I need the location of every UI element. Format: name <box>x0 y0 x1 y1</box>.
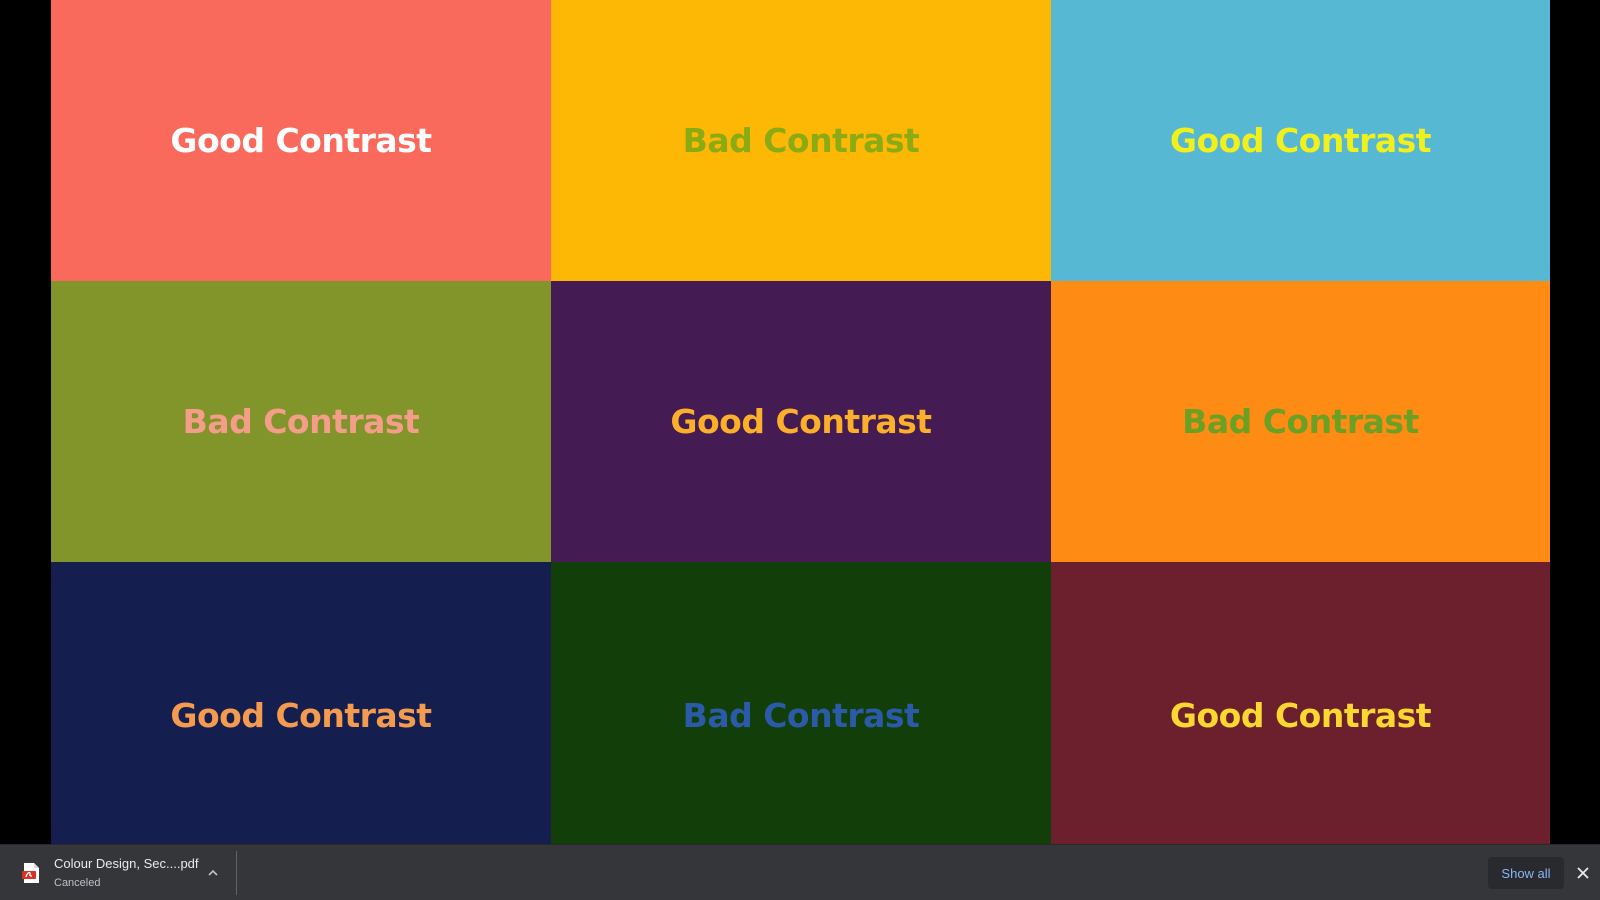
tile-label: Bad Contrast <box>682 695 920 735</box>
download-status: Canceled <box>54 876 101 889</box>
tile-5: Good Contrast <box>551 281 1051 562</box>
download-item-divider <box>236 851 237 895</box>
tile-label: Good Contrast <box>1169 695 1432 735</box>
tile-label: Good Contrast <box>1169 121 1432 160</box>
pdf-viewer-canvas: Good Contrast Bad Contrast Good Contrast… <box>0 0 1600 844</box>
tile-4: Bad Contrast <box>51 281 551 562</box>
tile-6: Bad Contrast <box>1051 281 1550 562</box>
download-item[interactable]: Colour Design, Sec....pdf Canceled <box>14 851 236 895</box>
tile-1: Good Contrast <box>51 0 551 281</box>
download-shelf: Colour Design, Sec....pdf Canceled Show … <box>0 844 1600 900</box>
tile-label: Good Contrast <box>670 402 932 441</box>
show-all-button[interactable]: Show all <box>1488 857 1564 889</box>
tile-7: Good Contrast <box>51 562 551 844</box>
tile-9: Good Contrast <box>1051 562 1550 844</box>
tile-2: Bad Contrast <box>551 0 1051 281</box>
tile-8: Bad Contrast <box>551 562 1051 844</box>
close-icon[interactable] <box>1572 862 1594 884</box>
tile-label: Bad Contrast <box>682 121 920 160</box>
contrast-slide: Good Contrast Bad Contrast Good Contrast… <box>51 0 1550 844</box>
tile-3: Good Contrast <box>1051 0 1550 281</box>
download-text: Colour Design, Sec....pdf Canceled <box>54 856 202 891</box>
tile-label: Good Contrast <box>170 695 432 735</box>
pdf-file-icon <box>22 863 39 883</box>
tile-label: Bad Contrast <box>1182 402 1419 441</box>
chevron-up-icon[interactable] <box>204 864 222 882</box>
tile-label: Bad Contrast <box>182 402 420 441</box>
download-filename: Colour Design, Sec....pdf <box>54 855 199 871</box>
tile-label: Good Contrast <box>170 121 432 160</box>
